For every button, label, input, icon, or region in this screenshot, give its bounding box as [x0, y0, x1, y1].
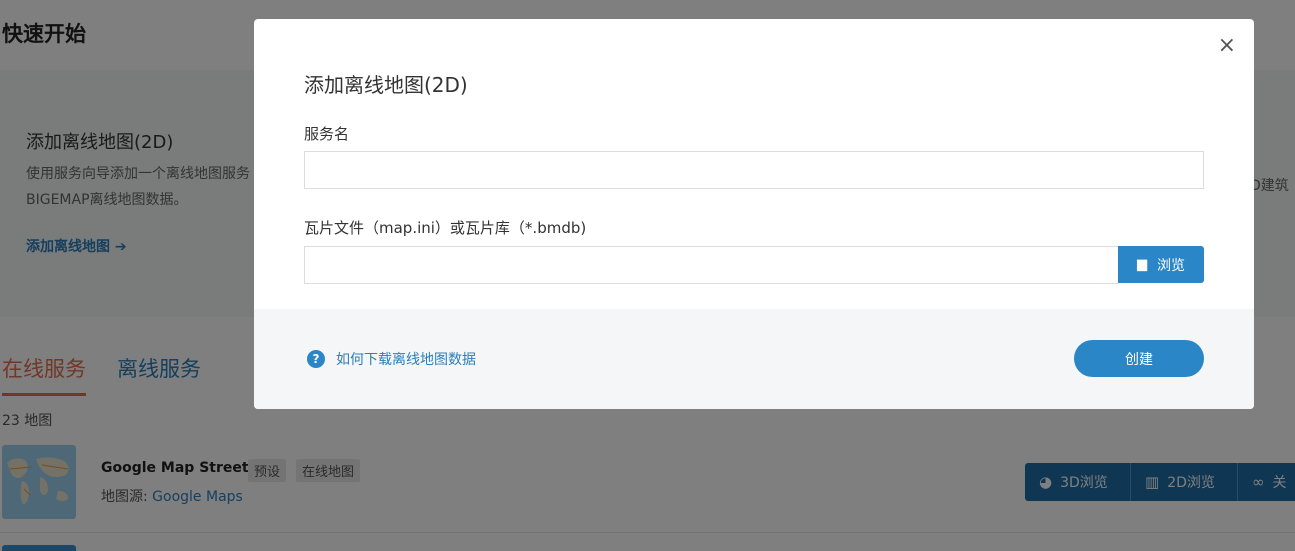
folder-icon: ▆ [1137, 257, 1147, 272]
tile-file-input[interactable] [304, 246, 1119, 284]
help-link[interactable]: ? 如何下载离线地图数据 [307, 349, 476, 369]
close-icon[interactable]: × [1218, 33, 1236, 58]
question-icon: ? [307, 350, 325, 368]
modal-title: 添加离线地图(2D) [304, 73, 468, 97]
create-button[interactable]: 创建 [1074, 340, 1204, 377]
help-link-label: 如何下载离线地图数据 [336, 352, 476, 368]
browse-label: 浏览 [1157, 257, 1185, 274]
tile-file-label: 瓦片文件（map.ini）或瓦片库（*.bmdb) [304, 219, 587, 237]
service-name-label: 服务名 [304, 125, 350, 143]
add-offline-map-modal: × 添加离线地图(2D) 服务名 瓦片文件（map.ini）或瓦片库（*.bmd… [254, 19, 1254, 409]
modal-footer: ? 如何下载离线地图数据 创建 [254, 309, 1254, 409]
browse-button[interactable]: ▆ 浏览 [1118, 246, 1204, 283]
service-name-input[interactable] [304, 151, 1204, 189]
